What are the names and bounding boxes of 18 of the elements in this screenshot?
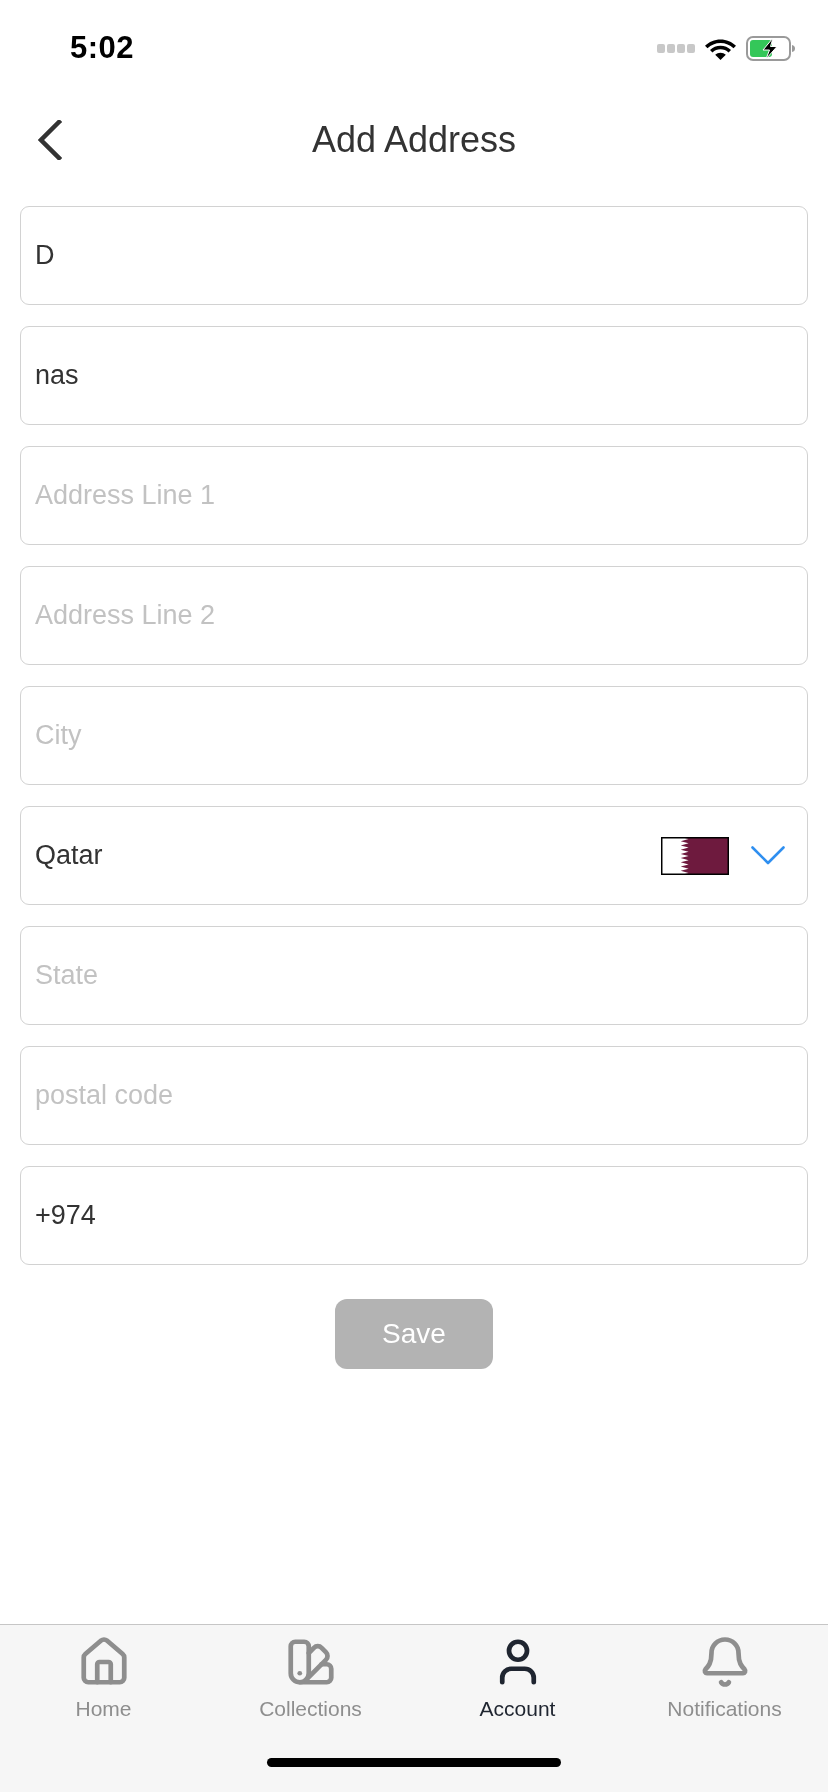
input-field[interactable]: postal code <box>20 1046 808 1145</box>
input-field[interactable]: State <box>20 926 808 1025</box>
country-select[interactable]: Qatar <box>20 806 808 905</box>
flag-icon <box>661 836 729 875</box>
input-field[interactable]: D <box>20 206 808 305</box>
page-title: Add Address <box>311 119 517 161</box>
tab-bar-item[interactable]: Account <box>414 1625 621 1722</box>
status-time: 5:02 <box>70 30 135 66</box>
input-field[interactable]: Address Line 1 <box>20 446 808 545</box>
wifi-icon <box>705 36 736 60</box>
input-field[interactable]: +974 <box>20 1166 808 1265</box>
input-field[interactable]: Address Line 2 <box>20 566 808 665</box>
input-field[interactable]: City <box>20 686 808 785</box>
signal-icon <box>657 43 695 53</box>
battery-icon <box>746 35 796 61</box>
input-field[interactable]: nas <box>20 326 808 425</box>
chevron-left-icon <box>38 120 62 160</box>
chevron-down-icon <box>751 846 785 865</box>
